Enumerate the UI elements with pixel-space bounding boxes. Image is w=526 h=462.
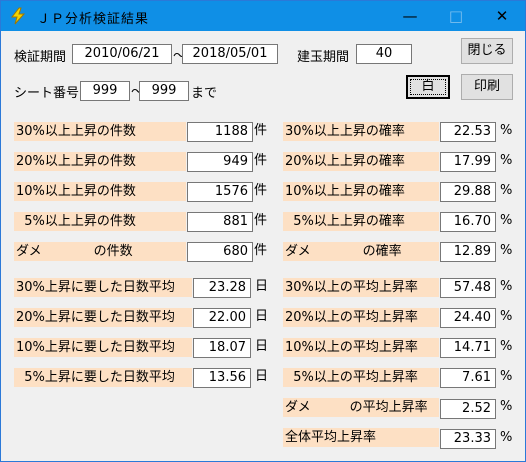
avg-label-5: 5%以上の平均上昇率	[283, 368, 439, 387]
days-label-20: 20%上昇に要した日数平均	[14, 308, 192, 327]
avg-unit-20: %	[500, 309, 513, 324]
avg-value-10[interactable]: 14.71	[440, 338, 496, 358]
minimize-button[interactable]: —	[387, 1, 433, 31]
window-title: ＪＰ分析検証結果	[37, 12, 150, 27]
position-period-field[interactable]: 40	[356, 44, 412, 64]
rate-label-10: 10%以上上昇の確率	[283, 182, 439, 201]
avg-unit-dame: %	[500, 399, 513, 414]
close-window-button[interactable]: ✕	[479, 1, 525, 31]
days-unit-20: 日	[255, 309, 269, 324]
count-unit-10: 件	[254, 183, 268, 198]
days-value-20[interactable]: 22.00	[193, 308, 251, 328]
sheet-from-field[interactable]: 999	[80, 81, 130, 101]
days-value-30[interactable]: 23.28	[193, 278, 251, 298]
maximize-button: □	[448, 7, 464, 25]
count-value-dame[interactable]: 680	[187, 242, 253, 262]
avg-label-30: 30%以上の平均上昇率	[283, 278, 439, 297]
app-window: ＪＰ分析検証結果 — □ ✕ 検証期間 2010/06/21 〜 2018/05…	[0, 0, 526, 462]
count-value-30[interactable]: 1188	[187, 122, 253, 142]
count-label-5: 5%以上上昇の件数	[14, 212, 186, 231]
close-button[interactable]: 閉じる	[461, 38, 513, 64]
count-label-dame: ダメ の件数	[14, 242, 186, 261]
rate-label-5: 5%以上上昇の確率	[283, 212, 439, 231]
rate-unit-5: %	[500, 213, 513, 228]
rate-value-5[interactable]: 16.70	[440, 212, 496, 232]
count-unit-30: 件	[254, 123, 268, 138]
avg-unit-30: %	[500, 279, 513, 294]
rate-unit-30: %	[500, 123, 513, 138]
avg-value-overall[interactable]: 23.33	[440, 429, 496, 449]
avg-label-20: 20%以上の平均上昇率	[283, 308, 439, 327]
sheet-to-field[interactable]: 999	[139, 81, 189, 101]
avg-unit-overall: %	[500, 430, 513, 445]
rate-label-30: 30%以上上昇の確率	[283, 122, 439, 141]
count-value-10[interactable]: 1576	[187, 182, 253, 202]
white-button[interactable]: 白	[406, 75, 450, 99]
rate-label-20: 20%以上上昇の確率	[283, 152, 439, 171]
count-label-30: 30%以上上昇の件数	[14, 122, 186, 141]
sheet-label: シート番号	[14, 86, 80, 101]
days-value-10[interactable]: 18.07	[193, 338, 251, 358]
count-value-20[interactable]: 949	[187, 152, 253, 172]
days-label-30: 30%上昇に要した日数平均	[14, 278, 192, 297]
count-value-5[interactable]: 881	[187, 212, 253, 232]
avg-label-overall: 全体平均上昇率	[283, 428, 439, 447]
rate-value-30[interactable]: 22.53	[440, 122, 496, 142]
rate-value-20[interactable]: 17.99	[440, 152, 496, 172]
days-label-5: 5%上昇に要した日数平均	[14, 368, 192, 387]
sheet-suffix: まで	[191, 86, 218, 101]
position-period-label: 建玉期間	[297, 50, 350, 65]
rate-value-dame[interactable]: 12.89	[440, 242, 496, 262]
lightning-icon	[10, 7, 26, 25]
rate-value-10[interactable]: 29.88	[440, 182, 496, 202]
count-label-10: 10%以上上昇の件数	[14, 182, 186, 201]
title-bar[interactable]: ＪＰ分析検証結果 — □ ✕	[1, 1, 525, 31]
period-label: 検証期間	[14, 50, 67, 65]
days-unit-30: 日	[255, 279, 269, 294]
count-label-20: 20%以上上昇の件数	[14, 152, 186, 171]
avg-value-30[interactable]: 57.48	[440, 278, 496, 298]
count-unit-20: 件	[254, 153, 268, 168]
avg-value-20[interactable]: 24.40	[440, 308, 496, 328]
avg-label-dame: ダメ の平均上昇率	[283, 398, 439, 417]
count-unit-5: 件	[254, 213, 268, 228]
print-button[interactable]: 印刷	[461, 74, 513, 100]
rate-unit-20: %	[500, 153, 513, 168]
days-value-5[interactable]: 13.56	[193, 368, 251, 388]
rate-unit-10: %	[500, 183, 513, 198]
days-label-10: 10%上昇に要した日数平均	[14, 338, 192, 357]
period-start-field[interactable]: 2010/06/21	[72, 44, 172, 64]
rate-label-dame: ダメ の確率	[283, 242, 439, 261]
days-unit-5: 日	[255, 369, 269, 384]
avg-value-5[interactable]: 7.61	[440, 368, 496, 388]
focus-rect	[410, 79, 446, 95]
count-unit-dame: 件	[254, 243, 268, 258]
avg-unit-10: %	[500, 339, 513, 354]
avg-unit-5: %	[500, 369, 513, 384]
period-end-field[interactable]: 2018/05/01	[182, 44, 278, 64]
rate-unit-dame: %	[500, 243, 513, 258]
avg-label-10: 10%以上の平均上昇率	[283, 338, 439, 357]
days-unit-10: 日	[255, 339, 269, 354]
avg-value-dame[interactable]: 2.52	[440, 399, 496, 419]
